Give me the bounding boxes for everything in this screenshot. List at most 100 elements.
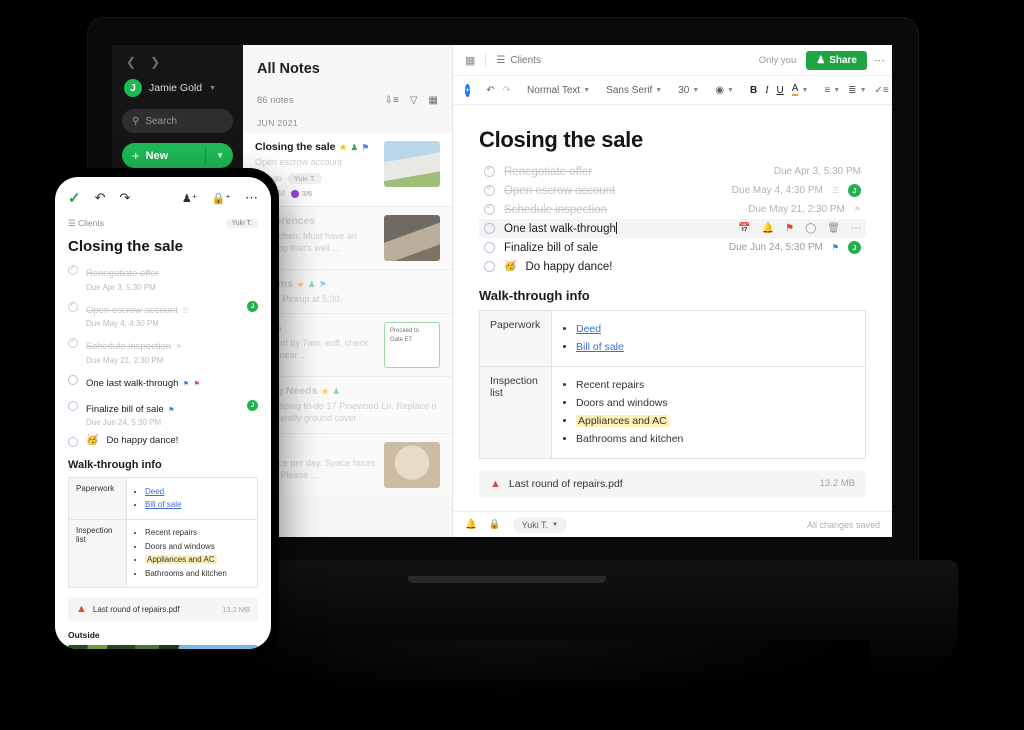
task-checkbox[interactable] [484,242,495,253]
more-icon[interactable]: ⋯ [851,223,861,234]
attachment-row[interactable]: ▲ Last round of repairs.pdf 13.2 MB [479,470,866,497]
footer-user-chip[interactable]: Yuki T. ▼ [512,516,567,533]
note-user-chip: Yuki T. [287,173,322,185]
link-deed[interactable]: Deed [145,487,164,496]
phone-attachment-row[interactable]: ▲ Last round of repairs.pdf 13.2 MB [68,597,258,621]
check-icon[interactable]: ✓ [68,189,81,207]
undo-icon[interactable]: ↶ [486,85,494,96]
task-checkbox[interactable] [68,437,78,447]
delete-icon[interactable]: 🗑 [827,223,840,234]
new-button[interactable]: + New ▼ [122,143,233,168]
text-color-button[interactable]: A ▼ [791,84,808,96]
task-assignee-avatar[interactable]: J [848,241,861,254]
bold-button[interactable]: B [750,85,757,96]
task-row-selected[interactable]: One last walk-through 📅 🔔 ⚑ ◯ 🗑 ⋯ [479,219,866,238]
reminder-add-icon[interactable]: 🔔 [465,519,477,530]
add-person-icon[interactable]: ♟⁺ [182,192,198,205]
phone-breadcrumb[interactable]: ☰ Clients [68,218,104,229]
task-checkbox[interactable] [68,400,78,411]
share-button[interactable]: ♟ Share [806,50,867,70]
star-icon: ★ [339,142,347,152]
flag-icon[interactable]: ⚑ [785,223,794,234]
list-item: Appliances and AC [145,554,250,566]
numbered-list-icon[interactable]: ≣ ▼ [848,85,866,96]
editor-content[interactable]: Closing the sale Renegotiate offer Due A… [453,105,892,511]
task-assignee-avatar[interactable]: J [247,300,258,312]
phone-task-row[interactable]: Schedule inspection ⚑ Due May 21, 2:30 P… [68,336,258,365]
list-item: Recent repairs [145,527,250,539]
set-date-icon[interactable]: 📅 [738,223,750,234]
search-input[interactable]: ⚲ Search [122,109,233,133]
divider [205,147,206,164]
link-deed[interactable]: Deed [576,323,601,335]
task-checkbox[interactable] [484,223,495,234]
row-label: Inspection list [479,365,552,459]
notes-count: 86 notes [257,95,294,106]
task-assignee-avatar[interactable]: J [247,399,258,411]
party-emoji: 🥳 [86,435,99,446]
task-checkbox[interactable] [68,299,78,312]
bullet-list-icon[interactable]: ≡ ▼ [824,85,840,96]
task-due: Due Apr 3, 5:30 PM [773,166,861,177]
task-checkbox[interactable] [484,261,495,272]
more-options-icon[interactable]: ⋮ [873,55,885,66]
task-row[interactable]: Schedule inspection Due May 21, 2:30 PM … [479,200,866,219]
phone-task-row[interactable]: 🥳 Do happy dance! [68,435,258,447]
phone-task-row[interactable]: Renegotiate offer Due Apr 3, 5:30 PM [68,263,258,292]
task-checkbox[interactable] [68,374,78,385]
task-checkbox[interactable] [484,202,495,215]
note-snippet: Open escrow account [255,157,343,167]
back-icon[interactable]: ❮ [126,55,136,69]
phone-task-row[interactable]: Finalize bill of sale ⚑ Due Jun 24, 5:30… [68,399,258,427]
task-row[interactable]: 🥳 Do happy dance! [479,257,866,276]
link-bill-of-sale[interactable]: Bill of sale [576,341,624,353]
paragraph-style-select[interactable]: Normal Text ▼ [527,85,590,96]
layout-icon[interactable]: ▦ [429,95,438,106]
task-checkbox[interactable] [68,336,78,348]
undo-icon[interactable]: ↶ [95,190,106,206]
text-caret [615,222,617,234]
link-bill-of-sale[interactable]: Bill of sale [145,500,181,509]
filter-icon[interactable]: ▽ [410,95,418,106]
insert-icon[interactable]: + [465,83,471,97]
attachment-size: 13.2 MB [222,604,250,614]
italic-button[interactable]: I [765,85,768,96]
redo-icon[interactable]: ↷ [119,190,130,206]
phone-task-row[interactable]: Open escrow account ☰ Due May 4, 4:30 PM… [68,299,258,328]
profile-menu[interactable]: J Jamie Gold ▼ [122,79,233,97]
task-checkbox[interactable] [484,164,495,177]
task-label: One last walk-through [504,222,617,235]
panel-toggle-icon[interactable]: ▦ [465,54,475,67]
bell-icon: ⚑ [319,279,327,289]
task-row[interactable]: Open escrow account Due May 4, 4:30 PM ☰… [479,181,866,200]
redo-icon[interactable]: ↷ [503,85,511,96]
phone-user-chip: Yuki T. [225,219,258,228]
forward-icon[interactable]: ❯ [150,55,160,69]
sort-icon[interactable]: ⇩≡ [385,95,399,106]
note-title: aping Needs ★ ♟ [255,385,340,398]
checklist-icon[interactable]: ✓≡ [875,85,889,96]
task-checkbox[interactable] [484,183,495,196]
task-checkbox[interactable] [68,263,78,275]
phone-task-row[interactable]: One last walk-through ⚑ ⚑ [68,373,258,391]
note-snippet: ance - Pickup at 5:30. [255,294,343,305]
breadcrumb[interactable]: ☰ Clients [496,55,541,66]
list-item: Doors and windows [145,541,250,553]
highlight-color-icon[interactable]: ◉ ▼ [715,85,734,96]
lock-add-icon[interactable]: 🔒 [489,519,501,530]
underline-button[interactable]: U [777,85,784,96]
font-family-select[interactable]: Sans Serif ▼ [606,85,662,96]
phone-house-photo [68,645,258,649]
chevron-down-icon[interactable]: ▼ [216,151,224,160]
walkthrough-table: Paperwork Deed Bill of sale Inspection l… [479,310,866,459]
font-size-select[interactable]: 30 ▼ [678,85,699,96]
assign-person-icon[interactable]: ◯ [805,223,816,234]
phone-breadcrumb-label: Clients [78,218,104,228]
list-item: Bathrooms and kitchen [145,568,250,580]
task-row[interactable]: Finalize bill of sale Due Jun 24, 5:30 P… [479,238,866,257]
add-lock-icon[interactable]: 🔒⁺ [211,192,231,205]
reminder-bell-icon[interactable]: 🔔 [762,223,774,234]
task-assignee-avatar[interactable]: J [848,184,861,197]
more-icon[interactable]: ⋯ [245,190,258,206]
task-row[interactable]: Renegotiate offer Due Apr 3, 5:30 PM [479,162,866,181]
